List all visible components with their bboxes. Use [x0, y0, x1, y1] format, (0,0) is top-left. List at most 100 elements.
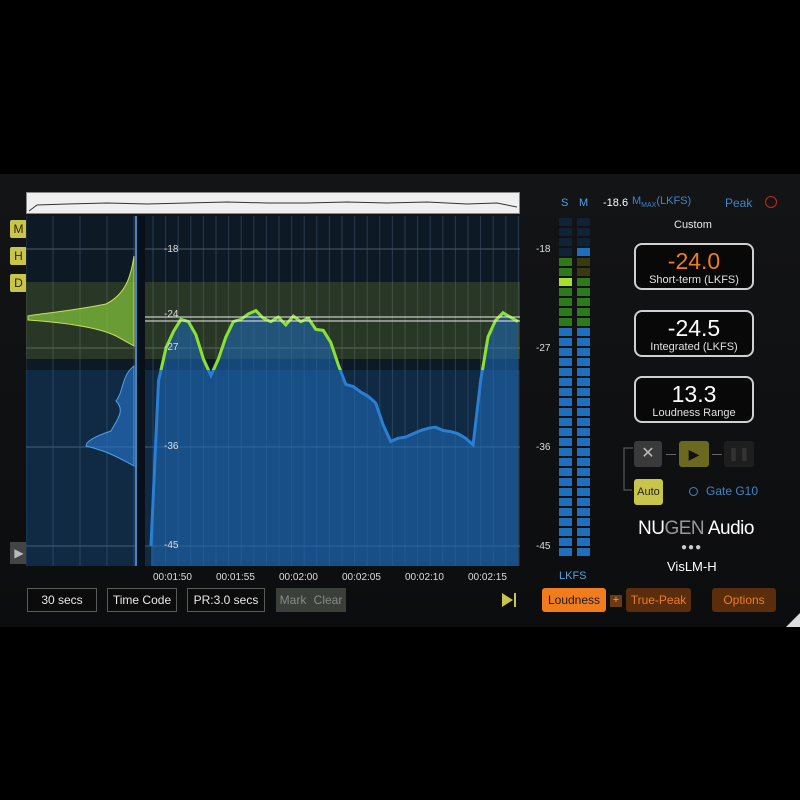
time-label: 00:02:10	[405, 572, 444, 583]
marker-d-button[interactable]: D	[10, 274, 27, 292]
meter-segment	[559, 348, 572, 356]
max-value: -18.6	[603, 197, 629, 209]
meter-tick-label: -27	[536, 343, 551, 354]
meter-segment	[577, 328, 590, 336]
meter-segment	[577, 508, 590, 516]
meter-segment	[559, 378, 572, 386]
meter-header-s: S	[561, 197, 569, 209]
meter-segment	[559, 428, 572, 436]
peak-indicator-icon[interactable]	[765, 196, 777, 208]
transport-dash	[712, 454, 722, 455]
meter-segment	[577, 548, 590, 556]
play-icon: ▶	[688, 446, 700, 462]
meter-segment	[559, 518, 572, 526]
overview-strip[interactable]	[26, 192, 520, 214]
timecode-selector[interactable]: Time Code	[107, 588, 177, 612]
integrated-label: Integrated (LKFS)	[650, 341, 738, 353]
meter-segment	[559, 458, 572, 466]
loudness-history-graph[interactable]	[26, 216, 520, 566]
time-label: 00:02:15	[468, 572, 507, 583]
range-label: -27	[164, 342, 179, 353]
duration-selector[interactable]: 30 secs	[27, 588, 97, 612]
brand-logo: NUGEN Audio	[638, 518, 754, 540]
meter-segment	[559, 538, 572, 546]
skip-to-end-icon[interactable]	[500, 591, 518, 609]
resize-grip-icon[interactable]	[786, 613, 800, 627]
short-term-value: -24.0	[667, 248, 721, 274]
close-icon: ✕	[641, 445, 655, 462]
meter-segment	[559, 228, 572, 236]
marker-m-button[interactable]: M	[10, 220, 27, 238]
play-button[interactable]: ▶	[679, 441, 709, 467]
meter-segment	[559, 388, 572, 396]
loudness-range-label: Loudness Range	[652, 407, 736, 419]
meter-segment	[577, 338, 590, 346]
meter-segment	[577, 288, 590, 296]
short-term-label: Short-term (LKFS)	[649, 274, 739, 286]
meter-segment	[577, 408, 590, 416]
loudness-tab-button[interactable]: Loudness	[542, 588, 606, 612]
reset-button[interactable]: ✕	[634, 441, 662, 467]
pause-button[interactable]: ❚❚	[724, 441, 754, 467]
meter-segment	[559, 238, 572, 246]
meter-segment	[559, 258, 572, 266]
true-peak-tab-button[interactable]: True-Peak	[626, 588, 691, 612]
meter-segment	[577, 228, 590, 236]
meter-segment	[559, 218, 572, 226]
gate-radio-icon[interactable]	[689, 487, 698, 496]
meter-segment	[577, 298, 590, 306]
overview-waveform	[28, 201, 518, 212]
meter-tick-label: -18	[536, 244, 551, 255]
integrated-readout: -24.5 Integrated (LKFS)	[634, 310, 754, 357]
meter-tick-label: -36	[536, 442, 551, 453]
meter-segment	[577, 438, 590, 446]
meter-segment	[577, 488, 590, 496]
brand-dots-icon: ●●●	[681, 542, 703, 553]
meter-segment	[577, 258, 590, 266]
meter-segment	[577, 308, 590, 316]
brand-gen: GEN	[664, 518, 705, 539]
loudness-meters	[559, 218, 590, 556]
meter-segment	[559, 308, 572, 316]
meter-segment	[559, 448, 572, 456]
meter-segment	[577, 518, 590, 526]
meter-segment	[577, 368, 590, 376]
meter-segment	[577, 528, 590, 536]
max-label-sub: MAX	[641, 202, 657, 210]
meter-segment	[577, 388, 590, 396]
meter-segment	[559, 408, 572, 416]
options-button[interactable]: Options	[712, 588, 776, 612]
meter-segment	[577, 398, 590, 406]
meter-segment	[577, 538, 590, 546]
meter-segment	[559, 488, 572, 496]
brand-audio: Audio	[704, 518, 755, 539]
peak-label: Peak	[725, 196, 753, 210]
max-label-unit: (LKFS)	[656, 195, 692, 207]
mark-button[interactable]: Mark	[276, 588, 310, 612]
clear-button[interactable]: Clear	[310, 588, 346, 612]
time-label: 00:01:50	[153, 572, 192, 583]
meter-segment	[559, 268, 572, 276]
meter-segment	[559, 358, 572, 366]
meter-unit-label: LKFS	[559, 570, 587, 582]
marker-h-button[interactable]: H	[10, 247, 27, 265]
meter-segment	[577, 278, 590, 286]
meter-segment	[577, 218, 590, 226]
plus-toggle[interactable]: +	[610, 595, 622, 607]
meter-segment	[577, 348, 590, 356]
meter-segment	[577, 468, 590, 476]
meter-segment	[577, 318, 590, 326]
meter-segment	[559, 478, 572, 486]
gate-label[interactable]: Gate G10	[706, 484, 758, 498]
preset-label[interactable]: Custom	[674, 219, 712, 231]
meter-segment	[577, 378, 590, 386]
meter-segment	[559, 248, 572, 256]
time-label: 00:01:55	[216, 572, 255, 583]
range-label: -18	[164, 244, 179, 255]
auto-button[interactable]: Auto	[634, 479, 663, 505]
range-label: -24	[164, 309, 179, 320]
short-term-readout: -24.0 Short-term (LKFS)	[634, 243, 754, 290]
pr-selector[interactable]: PR:3.0 secs	[187, 588, 265, 612]
meter-segment	[559, 298, 572, 306]
range-label: -45	[164, 540, 179, 551]
